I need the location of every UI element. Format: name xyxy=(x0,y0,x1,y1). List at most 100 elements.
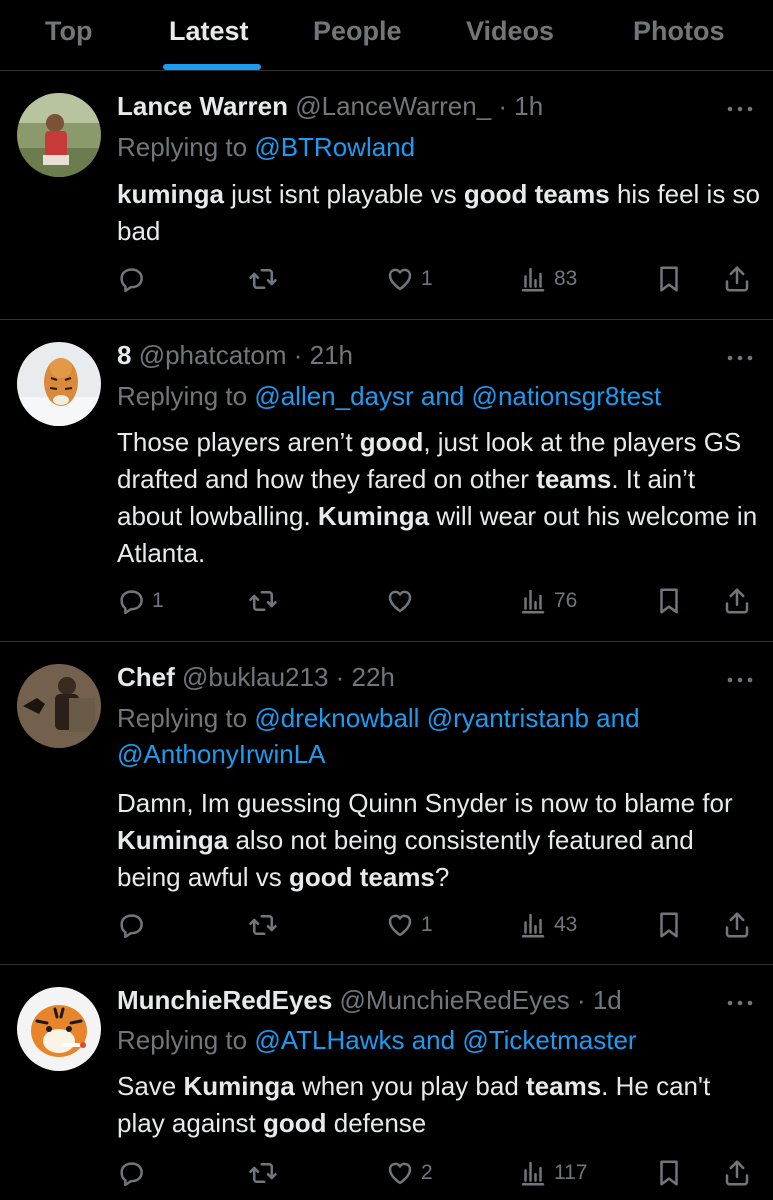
user-handle[interactable]: @phatcatom xyxy=(139,340,287,370)
retweet-button[interactable] xyxy=(248,1153,278,1193)
mention-link[interactable]: @nationsgr8test xyxy=(472,381,662,411)
mention-conjunction: and xyxy=(596,703,640,733)
user-handle[interactable]: @MunchieRedEyes xyxy=(340,985,570,1015)
retweet-button[interactable] xyxy=(248,905,278,945)
display-name[interactable]: Chef xyxy=(117,662,175,692)
tweet-header: 8 @phatcatom · 21h xyxy=(117,340,353,371)
mention-link[interactable]: @ryantristanb xyxy=(427,703,589,733)
mention-link[interactable]: @ATLHawks xyxy=(254,1025,404,1055)
views-button[interactable]: 76 xyxy=(518,581,577,621)
display-name[interactable]: MunchieRedEyes xyxy=(117,985,332,1015)
like-button[interactable]: 1 xyxy=(385,259,433,299)
avatar[interactable] xyxy=(17,342,101,426)
timestamp[interactable]: 21h xyxy=(310,340,353,370)
avatar[interactable] xyxy=(17,93,101,177)
timestamp[interactable]: 1h xyxy=(514,91,543,121)
views-icon xyxy=(521,267,545,292)
reply-button[interactable]: 1 xyxy=(116,581,164,621)
share-icon xyxy=(725,912,749,938)
replying-to-label: Replying to xyxy=(117,132,255,162)
tweet-header: Lance Warren @LanceWarren_ · 1h xyxy=(117,91,543,122)
more-options-icon[interactable] xyxy=(725,993,755,1013)
replying-to-label: Replying to xyxy=(117,381,255,411)
share-button[interactable] xyxy=(722,1153,752,1193)
bookmark-button[interactable] xyxy=(654,905,684,945)
active-tab-indicator xyxy=(163,64,261,70)
retweet-icon xyxy=(249,915,277,935)
views-count: 76 xyxy=(554,589,578,612)
share-button[interactable] xyxy=(722,581,752,621)
separator-dot: · xyxy=(491,91,515,121)
mention-link[interactable]: @AnthonyIrwinLA xyxy=(117,739,326,769)
tab-videos[interactable]: Videos xyxy=(466,16,554,47)
tweet[interactable]: 8 @phatcatom · 21h Replying to @allen_da… xyxy=(0,320,773,642)
reply-button[interactable] xyxy=(116,905,146,945)
bookmark-icon xyxy=(660,588,678,614)
retweet-icon xyxy=(249,1163,277,1183)
mention-link[interactable]: @Ticketmaster xyxy=(462,1025,636,1055)
retweet-button[interactable] xyxy=(248,581,278,621)
tab-people[interactable]: People xyxy=(313,16,402,47)
replying-to-label: Replying to xyxy=(117,1025,255,1055)
tweet-text: Those players aren’t good, just look at … xyxy=(117,427,758,568)
tweet-text: Save Kuminga when you play bad teams. He… xyxy=(117,1071,711,1138)
like-button[interactable]: 1 xyxy=(385,905,433,945)
mention-link[interactable]: @BTRowland xyxy=(254,132,415,162)
mention-link[interactable]: @dreknowball xyxy=(254,703,419,733)
avatar[interactable] xyxy=(17,664,101,748)
user-handle[interactable]: @LanceWarren_ xyxy=(295,91,491,121)
share-button[interactable] xyxy=(722,905,752,945)
like-count: 2 xyxy=(421,1161,433,1184)
bookmark-button[interactable] xyxy=(654,1153,684,1193)
tweet[interactable]: MunchieRedEyes @MunchieRedEyes · 1d Repl… xyxy=(0,965,773,1200)
views-button[interactable]: 83 xyxy=(518,259,577,299)
views-icon xyxy=(521,589,545,614)
tweet-header: MunchieRedEyes @MunchieRedEyes · 1d xyxy=(117,985,622,1016)
mention-conjunction: and xyxy=(420,381,465,411)
more-options-icon[interactable] xyxy=(725,670,755,690)
tab-latest[interactable]: Latest xyxy=(169,16,249,47)
tweet[interactable]: Lance Warren @LanceWarren_ · 1h Replying… xyxy=(0,71,773,320)
heart-icon xyxy=(388,268,412,291)
views-count: 83 xyxy=(554,267,578,290)
replying-to: Replying to @allen_daysr and @nationsgr8… xyxy=(117,378,757,414)
timestamp[interactable]: 22h xyxy=(352,662,395,692)
bookmark-button[interactable] xyxy=(654,259,684,299)
more-options-icon[interactable] xyxy=(725,348,755,368)
views-button[interactable]: 43 xyxy=(518,905,577,945)
bookmark-button[interactable] xyxy=(654,581,684,621)
share-icon xyxy=(725,588,749,614)
reply-button[interactable] xyxy=(116,1153,146,1193)
separator-dot: · xyxy=(328,662,352,692)
reply-icon xyxy=(120,1162,143,1187)
timestamp[interactable]: 1d xyxy=(593,985,622,1015)
replying-to: Replying to @ATLHawks and @Ticketmaster xyxy=(117,1022,757,1058)
replying-to: Replying to @dreknowball @ryantristanb a… xyxy=(117,700,757,772)
like-button[interactable]: 2 xyxy=(385,1153,433,1193)
tweet-actions: 1 76 xyxy=(0,581,773,621)
retweet-button[interactable] xyxy=(248,259,278,299)
display-name[interactable]: 8 xyxy=(117,340,131,370)
tab-photos[interactable]: Photos xyxy=(633,16,725,47)
mention-link[interactable]: @allen_daysr xyxy=(254,381,413,411)
views-button[interactable]: 117 xyxy=(518,1153,587,1193)
reply-icon xyxy=(120,590,143,615)
more-options-icon[interactable] xyxy=(725,99,755,119)
like-button[interactable] xyxy=(385,581,415,621)
bookmark-icon xyxy=(660,1160,678,1186)
like-count: 1 xyxy=(421,267,433,290)
tweet-actions: 2 117 xyxy=(0,1153,773,1193)
display-name[interactable]: Lance Warren xyxy=(117,91,288,121)
reply-icon xyxy=(120,914,143,939)
heart-icon xyxy=(388,590,412,613)
tab-top[interactable]: Top xyxy=(45,16,92,47)
avatar[interactable] xyxy=(17,987,101,1071)
retweet-icon xyxy=(249,591,277,611)
retweet-icon xyxy=(249,269,277,289)
reply-button[interactable] xyxy=(116,259,146,299)
share-button[interactable] xyxy=(722,259,752,299)
tweet-actions: 1 43 xyxy=(0,905,773,945)
user-handle[interactable]: @buklau213 xyxy=(182,662,328,692)
tweet[interactable]: Chef @buklau213 · 22h Replying to @drekn… xyxy=(0,642,773,965)
tweet-text: Damn, Im guessing Quinn Snyder is now to… xyxy=(117,788,733,892)
